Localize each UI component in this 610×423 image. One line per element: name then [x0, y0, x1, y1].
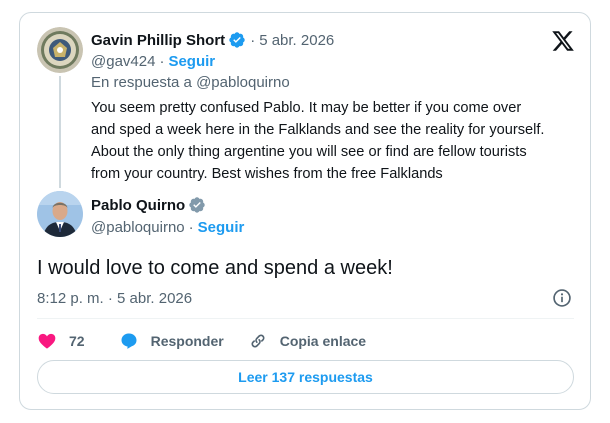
info-icon[interactable] [552, 288, 572, 308]
thread-connector [59, 76, 61, 188]
copy-link-button[interactable]: Copia enlace [248, 331, 366, 351]
reply-label: Responder [150, 333, 224, 349]
parent-date[interactable]: 5 abr. 2026 [259, 32, 334, 49]
verified-badge-icon [229, 32, 245, 48]
follow-button[interactable]: Seguir [198, 219, 245, 236]
parent-tweet-text: You seem pretty confused Pablo. It may b… [91, 100, 545, 182]
link-icon [251, 334, 265, 348]
reply-button[interactable]: Responder [119, 331, 224, 351]
parent-handle-row: @gav424 · Seguir [91, 53, 216, 70]
x-logo-icon[interactable] [551, 29, 575, 53]
tweet-actions: 72 Responder Copia enlace [37, 331, 366, 351]
reply-bubble-icon [121, 333, 137, 349]
verified-badge-icon [189, 197, 205, 213]
read-replies-button[interactable]: Leer 137 respuestas [37, 360, 574, 394]
reply-context: En respuesta a @pabloquirno [91, 74, 290, 91]
like-button[interactable]: 72 [37, 331, 85, 351]
main-tweet-text: I would love to come and spend a week! [37, 257, 393, 279]
parent-tweet-header: Gavin Phillip Short · 5 abr. 2026 [91, 31, 335, 49]
divider [37, 318, 574, 319]
reply-to-text[interactable]: En respuesta a @pabloquirno [91, 74, 290, 91]
gavin-avatar[interactable] [37, 27, 83, 73]
parent-handle[interactable]: @gav424 [91, 53, 155, 70]
main-handle[interactable]: @pabloquirno [91, 219, 185, 236]
main-handle-row: @pabloquirno · Seguir [91, 219, 245, 236]
embedded-tweet-card: Gavin Phillip Short · 5 abr. 2026 @gav42… [19, 12, 591, 410]
follow-button[interactable]: Seguir [168, 53, 215, 70]
like-count: 72 [69, 333, 85, 349]
main-author-name[interactable]: Pablo Quirno [91, 197, 185, 214]
pablo-avatar[interactable] [37, 191, 83, 237]
tweet-timestamp[interactable]: 8:12 p. m. · 5 abr. 2026 [37, 290, 192, 307]
main-tweet-header: Pablo Quirno [91, 196, 206, 214]
heart-icon [38, 333, 56, 349]
parent-author-name[interactable]: Gavin Phillip Short [91, 32, 225, 49]
copy-link-label: Copia enlace [279, 333, 367, 349]
